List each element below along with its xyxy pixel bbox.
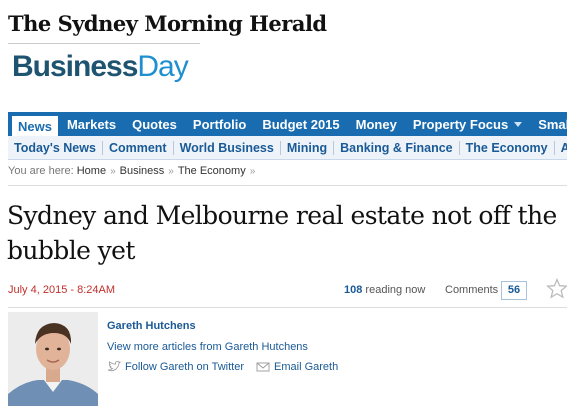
reading-now: 108 reading now (344, 284, 425, 296)
reading-count: 108 (344, 284, 363, 296)
comment-count-badge[interactable]: 56 (501, 281, 527, 300)
section-logo-part2: Day (137, 50, 188, 83)
author-name[interactable]: Gareth Hutchens (107, 320, 196, 332)
subnav-mining[interactable]: Mining (281, 140, 335, 155)
star-icon[interactable] (545, 277, 567, 301)
breadcrumb-business[interactable]: Business (120, 165, 165, 177)
email-author-link[interactable]: Email Gareth (274, 361, 338, 373)
subnav-world-business[interactable]: World Business (174, 140, 281, 155)
article-headline: Sydney and Melbourne real estate not off… (7, 201, 557, 265)
author-more-articles-link[interactable]: View more articles from Gareth Hutchens (107, 341, 308, 353)
breadcrumb: You are here: Home» Business» The Economy» (8, 165, 259, 177)
comments-link[interactable]: Comments (445, 284, 498, 296)
nav-markets[interactable]: Markets (59, 112, 124, 136)
section-logo-part1: Business (12, 50, 138, 83)
section-logo: BusinessDay (12, 50, 189, 84)
subnav-the-economy[interactable]: The Economy (460, 140, 555, 155)
nav-property-focus-label: Property Focus (412, 116, 509, 132)
subnav-todays-news[interactable]: Today's News (8, 140, 103, 155)
follow-on-twitter-link[interactable]: Follow Gareth on Twitter (125, 361, 244, 373)
breadcrumb-prefix: You are here: (8, 165, 74, 177)
nav-news[interactable]: News (11, 115, 59, 136)
nav-small-business[interactable]: Small Busi (530, 112, 567, 136)
meta-divider (8, 307, 567, 308)
author-avatar[interactable] (8, 312, 98, 406)
subnav-more[interactable]: Av (555, 141, 567, 155)
article-date: July 4, 2015 - 8:24AM (8, 284, 116, 296)
nav-money[interactable]: Money (348, 112, 405, 136)
nav-portfolio[interactable]: Portfolio (185, 112, 254, 136)
subnav-comment[interactable]: Comment (103, 140, 174, 155)
subnav-banking-finance[interactable]: Banking & Finance (334, 140, 460, 155)
nav-budget-2015[interactable]: Budget 2015 (254, 112, 347, 136)
masthead-divider (8, 43, 200, 44)
author-social-links: Follow Gareth on Twitter Email Gareth (107, 361, 338, 373)
reading-label: reading now (365, 284, 426, 296)
breadcrumb-separator: » (110, 166, 116, 177)
nav-property-focus[interactable]: Property Focus (405, 112, 530, 136)
twitter-bird-icon (107, 361, 121, 372)
breadcrumb-separator: » (168, 166, 174, 177)
chevron-down-icon (514, 121, 523, 127)
breadcrumb-separator: » (249, 166, 256, 177)
primary-nav: News Markets Quotes Portfolio Budget 201… (8, 112, 567, 136)
nav-quotes[interactable]: Quotes (124, 112, 185, 136)
breadcrumb-home[interactable]: Home (77, 165, 106, 177)
envelope-icon (256, 362, 270, 372)
secondary-nav: Today's News Comment World Business Mini… (8, 136, 567, 160)
author-photo (8, 312, 98, 406)
masthead[interactable]: The Sydney Morning Herald BusinessDay (8, 10, 327, 83)
breadcrumb-divider (8, 185, 567, 186)
breadcrumb-the-economy[interactable]: The Economy (178, 165, 246, 177)
publication-logo: The Sydney Morning Herald (8, 11, 327, 36)
